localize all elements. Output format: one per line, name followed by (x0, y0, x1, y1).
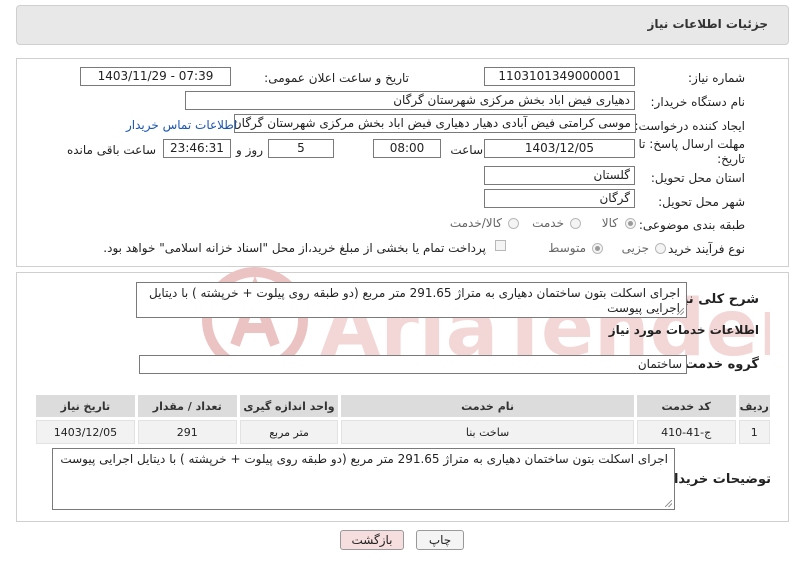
resize-grip-icon[interactable] (677, 308, 684, 315)
page-header: جزئیات اطلاعات نیاز (16, 5, 789, 45)
cell-service-code: ج-41-410 (636, 420, 736, 444)
days-field: 5 (268, 139, 334, 158)
cell-service-name: ساخت بنا (341, 420, 634, 444)
col-need-date: تاریخ نیاز (36, 395, 135, 417)
process-medium-label: متوسط (548, 241, 586, 255)
table-header-row: ردیف کد خدمت نام خدمت واحد اندازه گیری ت… (36, 395, 770, 417)
announce-label: تاریخ و ساعت اعلان عمومی: (264, 71, 409, 85)
process-label: نوع فرآیند خرید : (660, 242, 745, 256)
province-field: گلستان (484, 166, 635, 185)
buyer-notes-label: توضیحات خریدار: (661, 472, 771, 487)
buyer-notes-text: اجرای اسکلت بتون ساختمان دهیاری به متراژ… (60, 452, 668, 466)
description-textarea[interactable]: اجرای اسکلت بتون ساختمان دهیاری به متراژ… (136, 282, 687, 318)
service-group-label: گروه خدمت: (679, 357, 759, 372)
cell-row-number: 1 (738, 420, 770, 444)
buyer-contact-link[interactable]: اطلاعات تماس خریدار (126, 118, 237, 132)
announce-field: 1403/11/29 - 07:39 (80, 67, 231, 86)
days-label: روز و (236, 143, 263, 157)
province-label: استان محل تحویل: (650, 171, 745, 185)
col-service-code: کد خدمت (636, 395, 736, 417)
deadline-time-label: ساعت (450, 143, 483, 157)
category-goods-label: کالا (601, 216, 618, 230)
buyer-field: دهیاری فیض اباد بخش مرکزی شهرستان گرگان (185, 91, 635, 110)
remaining-label: ساعت باقی مانده (66, 143, 156, 157)
city-field: گرگان (484, 189, 635, 208)
page-title: جزئیات اطلاعات نیاز (647, 17, 768, 31)
service-group-field: ساختمان (139, 355, 687, 374)
treasury-payment-note: پرداخت تمام یا بخشی از مبلغ خرید،از محل … (103, 241, 486, 255)
category-goods-service-label: کالا/خدمت (449, 216, 502, 230)
process-minor-radio[interactable] (655, 243, 666, 254)
need-info-panel (16, 58, 789, 267)
services-table: ردیف کد خدمت نام خدمت واحد اندازه گیری ت… (33, 392, 773, 447)
services-section-title: اطلاعات خدمات مورد نیاز (608, 323, 759, 337)
deadline-label-2: تاریخ: (717, 152, 745, 166)
table-row: 1 ج-41-410 ساخت بنا متر مربع 291 1403/12… (36, 420, 770, 444)
category-goods-radio[interactable] (625, 218, 636, 229)
treasury-payment-checkbox[interactable] (495, 240, 506, 251)
creator-field: موسی کرامتی فیض آبادی دهیار دهیاری فیض ا… (234, 114, 636, 133)
deadline-time-field: 08:00 (373, 139, 441, 158)
description-text: اجرای اسکلت بتون ساختمان دهیاری به متراژ… (149, 286, 680, 315)
category-label: طبقه بندی موضوعی: (638, 218, 745, 232)
category-goods-service-radio[interactable] (508, 218, 519, 229)
resize-grip-icon[interactable] (665, 500, 672, 507)
deadline-label-1: مهلت ارسال پاسخ: تا (638, 137, 745, 151)
remaining-time-field: 23:46:31 (163, 139, 231, 158)
buyer-notes-textarea[interactable]: اجرای اسکلت بتون ساختمان دهیاری به متراژ… (52, 448, 675, 510)
col-quantity: تعداد / مقدار (137, 395, 237, 417)
col-unit: واحد اندازه گیری (239, 395, 339, 417)
need-number-label: شماره نیاز: (688, 71, 745, 85)
city-label: شهر محل تحویل: (658, 195, 745, 209)
col-service-name: نام خدمت (341, 395, 634, 417)
cell-quantity: 291 (137, 420, 237, 444)
category-service-radio[interactable] (570, 218, 581, 229)
process-medium-radio[interactable] (592, 243, 603, 254)
buyer-label: نام دستگاه خریدار: (650, 95, 746, 109)
print-button[interactable]: چاپ (416, 530, 464, 550)
creator-label: ایجاد کننده درخواست: (634, 119, 745, 133)
deadline-date-field: 1403/12/05 (484, 139, 635, 158)
col-row-number: ردیف (738, 395, 770, 417)
category-service-label: خدمت (532, 216, 564, 230)
cell-unit: متر مربع (239, 420, 339, 444)
cell-need-date: 1403/12/05 (36, 420, 135, 444)
need-number-field: 1103101349000001 (484, 67, 635, 86)
back-button[interactable]: بازگشت (340, 530, 404, 550)
process-minor-label: جزیی (621, 241, 649, 255)
